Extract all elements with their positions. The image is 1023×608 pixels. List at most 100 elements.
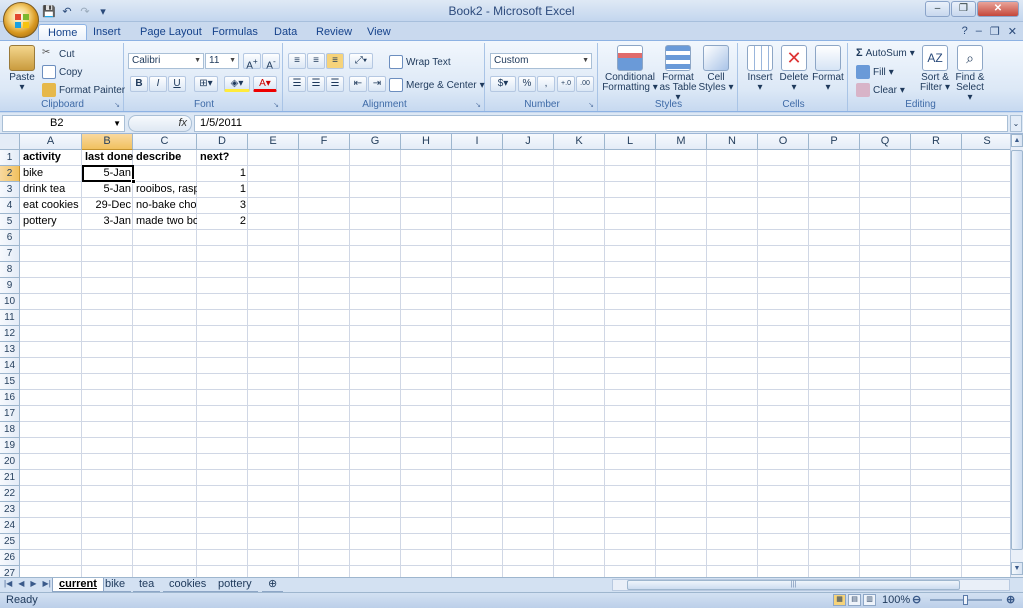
column-header-l[interactable]: L bbox=[605, 134, 656, 150]
cell-b3[interactable]: 5-Jan bbox=[83, 182, 133, 198]
autosum-button[interactable]: Σ AutoSum ▾ bbox=[856, 47, 915, 59]
format-painter-button[interactable]: Format Painter bbox=[42, 83, 125, 97]
clipboard-launcher-icon[interactable]: ↘ bbox=[114, 101, 120, 109]
tab-formulas[interactable]: Formulas bbox=[203, 24, 267, 41]
tab-page-layout[interactable]: Page Layout bbox=[131, 24, 211, 41]
close-window-button[interactable]: ✕ bbox=[977, 1, 1019, 17]
fill-handle[interactable] bbox=[131, 179, 136, 184]
vertical-scrollbar[interactable]: ▲ ▼ bbox=[1010, 134, 1023, 577]
column-header-h[interactable]: H bbox=[401, 134, 452, 150]
underline-button[interactable]: U bbox=[168, 76, 186, 92]
workbook-close-icon[interactable]: ✕ bbox=[1008, 25, 1017, 38]
tab-home[interactable]: Home bbox=[38, 24, 88, 41]
align-middle-button[interactable]: ≡ bbox=[307, 53, 325, 69]
insert-sheet-icon[interactable]: ⊕ bbox=[262, 578, 284, 592]
decrease-indent-button[interactable]: ⇤ bbox=[349, 76, 367, 92]
cell-d3[interactable]: 1 bbox=[198, 182, 248, 198]
cell-b4[interactable]: 29-Dec bbox=[83, 198, 133, 214]
page-layout-view-icon[interactable]: ▤ bbox=[848, 594, 861, 606]
row-header-18[interactable]: 18 bbox=[0, 422, 20, 438]
row-header-15[interactable]: 15 bbox=[0, 374, 20, 390]
cell-b1[interactable]: last done bbox=[83, 150, 133, 166]
sort-filter-button[interactable]: AZ Sort & Filter ▾ bbox=[918, 45, 952, 93]
zoom-slider-knob[interactable] bbox=[963, 595, 968, 605]
column-header-m[interactable]: M bbox=[656, 134, 707, 150]
column-header-c[interactable]: C bbox=[133, 134, 197, 150]
insert-function-button[interactable]: fx bbox=[128, 115, 192, 132]
column-header-r[interactable]: R bbox=[911, 134, 962, 150]
comma-button[interactable]: , bbox=[537, 76, 555, 92]
number-launcher-icon[interactable]: ↘ bbox=[588, 101, 594, 109]
row-header-19[interactable]: 19 bbox=[0, 438, 20, 454]
italic-button[interactable]: I bbox=[149, 76, 167, 92]
fill-button[interactable]: Fill ▾ bbox=[856, 65, 894, 79]
column-header-j[interactable]: J bbox=[503, 134, 554, 150]
column-header-b[interactable]: B bbox=[82, 134, 133, 150]
last-sheet-icon[interactable]: ▶| bbox=[43, 579, 51, 588]
row-header-4[interactable]: 4 bbox=[0, 198, 20, 214]
borders-button[interactable]: ⊞▾ bbox=[194, 76, 218, 92]
insert-cells-button[interactable]: Insert ▾ bbox=[744, 45, 776, 93]
restore-button[interactable]: ❐ bbox=[951, 1, 976, 17]
sheet-tab-tea[interactable]: tea bbox=[133, 578, 161, 592]
cell-styles-button[interactable]: Cell Styles ▾ bbox=[698, 45, 734, 93]
sheet-tab-bike[interactable]: bike bbox=[99, 578, 132, 592]
orientation-button[interactable]: ⤢▾ bbox=[349, 53, 373, 69]
bold-button[interactable]: B bbox=[130, 76, 148, 92]
cut-button[interactable]: ✂ Cut bbox=[42, 47, 75, 61]
align-right-button[interactable]: ☰ bbox=[326, 76, 344, 92]
row-header-23[interactable]: 23 bbox=[0, 502, 20, 518]
row-header-8[interactable]: 8 bbox=[0, 262, 20, 278]
row-header-6[interactable]: 6 bbox=[0, 230, 20, 246]
page-break-view-icon[interactable]: ▥ bbox=[863, 594, 876, 606]
shrink-font-button[interactable]: A- bbox=[262, 53, 280, 71]
sheet-tab-cookies[interactable]: cookies bbox=[163, 578, 213, 592]
sheet-tab-current[interactable]: current bbox=[52, 578, 104, 592]
font-color-button[interactable]: A▾ bbox=[253, 76, 277, 92]
cell-a4[interactable]: eat cookies bbox=[21, 198, 82, 214]
zoom-slider[interactable] bbox=[930, 595, 1002, 605]
format-cells-button[interactable]: Format ▾ bbox=[812, 45, 844, 93]
tab-view[interactable]: View bbox=[358, 24, 400, 41]
align-left-button[interactable]: ☰ bbox=[288, 76, 306, 92]
row-header-20[interactable]: 20 bbox=[0, 454, 20, 470]
column-header-q[interactable]: Q bbox=[860, 134, 911, 150]
office-button[interactable] bbox=[3, 2, 39, 38]
row-header-22[interactable]: 22 bbox=[0, 486, 20, 502]
cell-a1[interactable]: activity bbox=[21, 150, 82, 166]
expand-formula-bar-icon[interactable]: ⌄ bbox=[1010, 115, 1022, 132]
column-header-s[interactable]: S bbox=[962, 134, 1010, 150]
row-header-12[interactable]: 12 bbox=[0, 326, 20, 342]
cell-a2[interactable]: bike bbox=[21, 166, 82, 182]
ribbon-restore-icon[interactable]: ❐ bbox=[990, 25, 1000, 38]
fill-color-button[interactable]: ◈▾ bbox=[224, 76, 250, 92]
row-header-2[interactable]: 2 bbox=[0, 166, 20, 182]
currency-button[interactable]: $▾ bbox=[490, 76, 516, 92]
align-top-button[interactable]: ≡ bbox=[288, 53, 306, 69]
increase-indent-button[interactable]: ⇥ bbox=[368, 76, 386, 92]
row-header-3[interactable]: 3 bbox=[0, 182, 20, 198]
row-header-25[interactable]: 25 bbox=[0, 534, 20, 550]
worksheet-grid[interactable]: A B C D E F G H I J K L M N O P Q R S 1 2 3 4 5 6 7 8 9 10 11 12 13 14 15… bbox=[0, 134, 1010, 577]
minimize-button[interactable]: – bbox=[925, 1, 950, 17]
font-name-select[interactable]: Calibri ▼ bbox=[128, 53, 204, 69]
sheet-tab-pottery[interactable]: pottery bbox=[212, 578, 258, 592]
row-header-11[interactable]: 11 bbox=[0, 310, 20, 326]
cell-d1[interactable]: next? bbox=[198, 150, 248, 166]
delete-cells-button[interactable]: ✕ Delete ▾ bbox=[778, 45, 810, 93]
align-center-button[interactable]: ☰ bbox=[307, 76, 325, 92]
first-sheet-icon[interactable]: |◀ bbox=[4, 579, 12, 588]
next-sheet-icon[interactable]: ▶ bbox=[30, 579, 36, 588]
scroll-up-icon[interactable]: ▲ bbox=[1011, 134, 1023, 147]
row-header-24[interactable]: 24 bbox=[0, 518, 20, 534]
wrap-text-button[interactable]: Wrap Text bbox=[389, 55, 451, 69]
zoom-in-icon[interactable]: ⊕ bbox=[1006, 593, 1015, 606]
cell-d5[interactable]: 2 bbox=[198, 214, 248, 230]
cell-d4[interactable]: 3 bbox=[198, 198, 248, 214]
horizontal-scrollbar[interactable]: ||| bbox=[612, 579, 1010, 591]
row-header-7[interactable]: 7 bbox=[0, 246, 20, 262]
row-header-21[interactable]: 21 bbox=[0, 470, 20, 486]
normal-view-icon[interactable]: ▦ bbox=[833, 594, 846, 606]
alignment-launcher-icon[interactable]: ↘ bbox=[475, 101, 481, 109]
font-launcher-icon[interactable]: ↘ bbox=[273, 101, 279, 109]
